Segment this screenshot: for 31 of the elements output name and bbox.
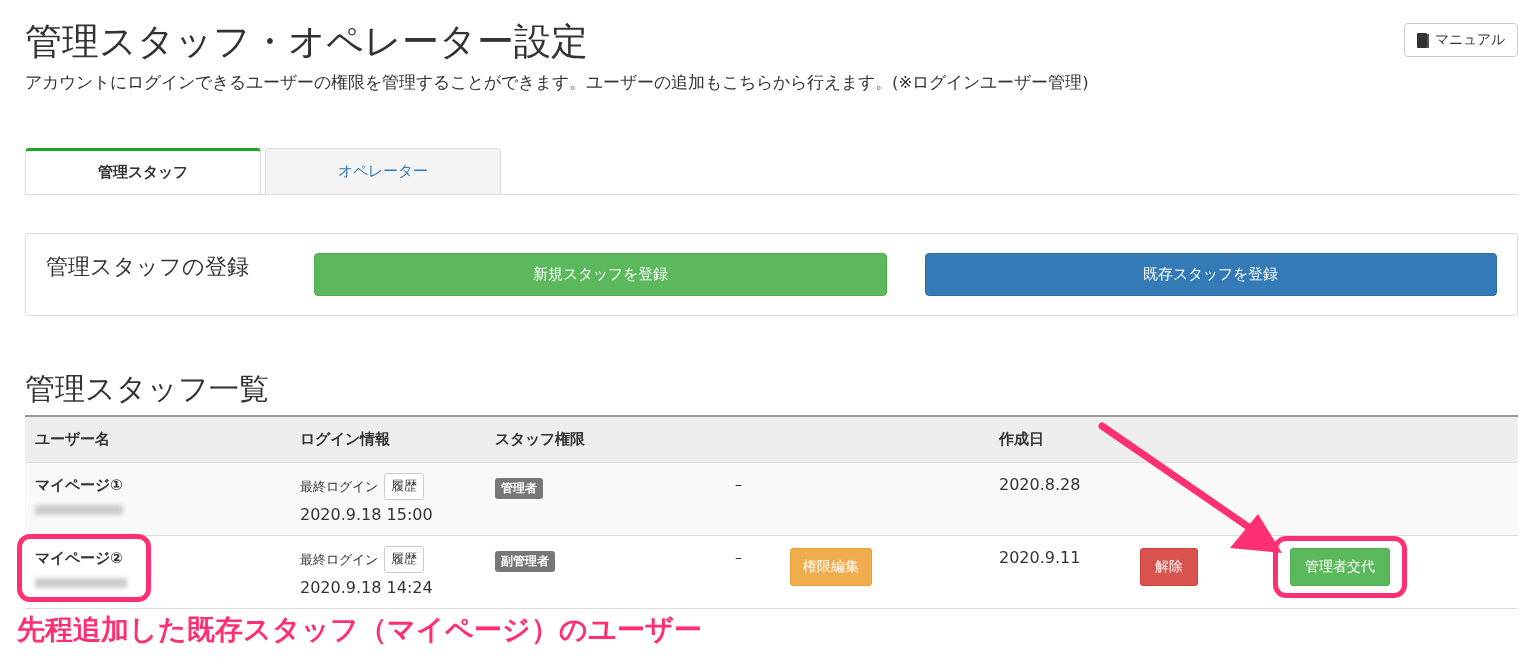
tab[interactable]: 管理スタッフ: [25, 148, 261, 194]
role-badge: 副管理者: [495, 551, 555, 572]
column-header: ユーザー名: [34, 430, 111, 449]
role-badge: 管理者: [495, 478, 543, 499]
remove-button[interactable]: 解除: [1140, 548, 1198, 586]
register-button[interactable]: 既存スタッフを登録: [924, 253, 1497, 296]
history-button[interactable]: 履歴: [384, 473, 424, 500]
column-header: ログイン情報: [299, 430, 391, 449]
history-button[interactable]: 履歴: [384, 546, 424, 573]
user-name: マイページ①: [35, 476, 124, 495]
page-description: アカウントにログインできるユーザーの権限を管理することができます。ユーザーの追加もこちらから行えます。(※ログインユーザー管理): [25, 72, 1090, 94]
section-heading: 管理スタッフ一覧: [25, 371, 270, 407]
dash-text: –: [735, 476, 743, 492]
tab[interactable]: オペレーター: [265, 148, 501, 194]
column-header: スタッフ権限: [494, 430, 586, 449]
transfer-admin-button[interactable]: 管理者交代: [1290, 548, 1390, 586]
column-header: 作成日: [998, 430, 1045, 449]
panel-label: 管理スタッフの登録: [46, 253, 250, 281]
login-label: 最終ログイン: [300, 550, 378, 569]
last-login-time: 2020.9.18 15:00: [300, 505, 434, 524]
page-title: 管理スタッフ・オペレーター設定: [25, 20, 588, 64]
user-name: マイページ②: [35, 549, 124, 568]
dash-text: –: [735, 549, 743, 565]
manual-button[interactable]: マニュアル: [1404, 23, 1518, 57]
book-icon: [1417, 32, 1429, 48]
last-login-time: 2020.9.18 14:24: [300, 578, 434, 597]
register-button[interactable]: 新規スタッフを登録: [314, 253, 887, 296]
created-date: 2020.8.28: [999, 475, 1082, 494]
created-date: 2020.9.11: [999, 548, 1082, 567]
annotation-caption: 先程追加した既存スタッフ（マイページ）のユーザー: [17, 612, 703, 648]
login-label: 最終ログイン: [300, 477, 378, 496]
